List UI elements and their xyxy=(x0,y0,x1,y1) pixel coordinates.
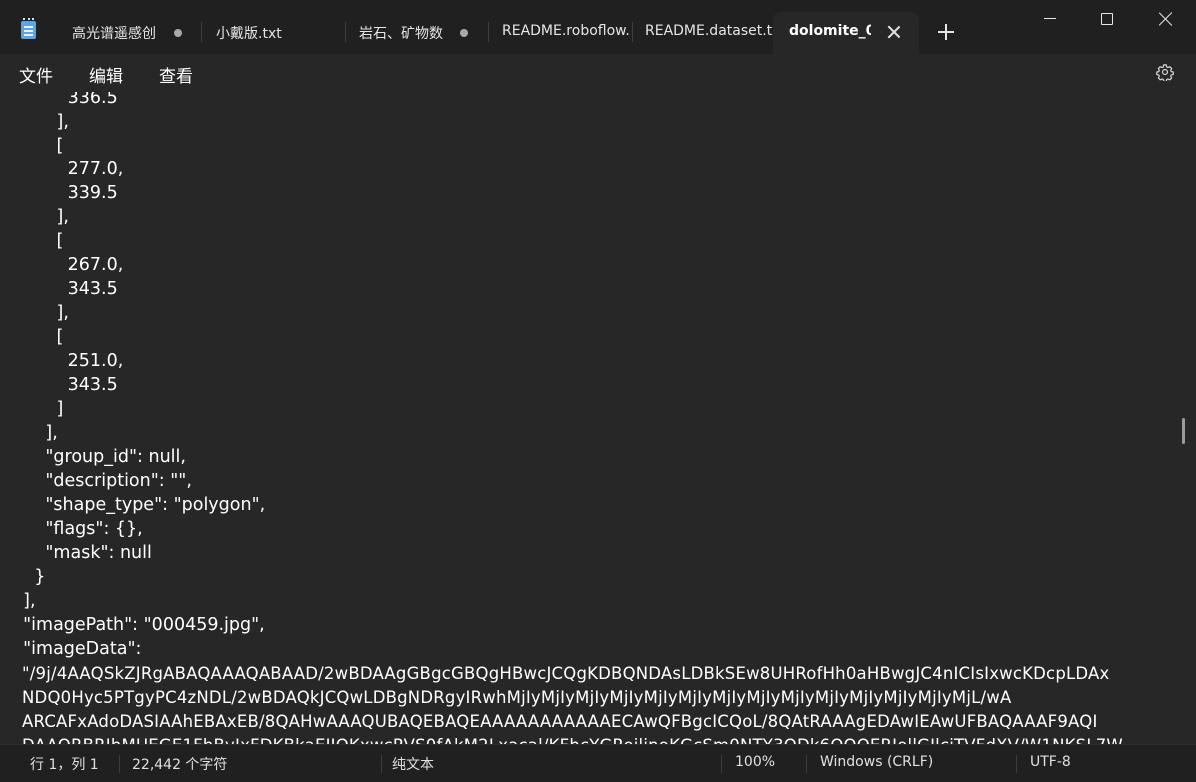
editor-line: 343.5 xyxy=(12,279,118,299)
tab-label: README.dataset.txt xyxy=(645,23,773,39)
maximize-button[interactable] xyxy=(1078,0,1136,38)
character-count: 22,442 个字符 xyxy=(132,757,228,773)
editor-line: "shape_type": "polygon", xyxy=(12,495,266,515)
editor-line: 343.5 xyxy=(12,375,118,395)
editor-line: 267.0, xyxy=(12,255,124,275)
status-separator xyxy=(1016,755,1017,773)
minimize-icon xyxy=(1044,18,1056,19)
unsaved-dot-icon xyxy=(460,29,468,37)
status-separator xyxy=(806,755,807,773)
unsaved-dot-icon xyxy=(174,29,182,37)
line-ending[interactable]: Windows (CRLF) xyxy=(820,754,933,770)
tab-document-3[interactable]: 岩石、矿物数 xyxy=(343,12,483,54)
editor-line: ], xyxy=(12,591,36,611)
editor-line: ], xyxy=(12,423,58,443)
menu-bar: 文件 编辑 查看 xyxy=(0,54,1196,92)
tab-label: 岩石、矿物数 xyxy=(359,26,443,42)
close-icon xyxy=(1158,12,1172,26)
editor-line: "/9j/4AAQSkZJRgABAQAAAQABAAD/2wBDAAgGBgc… xyxy=(22,664,1110,683)
editor-line: "imageData": xyxy=(12,639,142,659)
tab-bar: 高光谱遥感创 小戴版.txt 岩石、矿物数 README.roboflow.t … xyxy=(0,0,1196,54)
notepad-icon xyxy=(21,18,36,39)
editor-line: "flags": {}, xyxy=(12,519,143,539)
editor-line: [ xyxy=(12,231,64,251)
tab-label: 高光谱遥感创 xyxy=(72,26,156,42)
tab-document-5[interactable]: README.dataset.txt xyxy=(629,12,773,54)
editor-line: 336.5 xyxy=(12,92,118,108)
text-editor[interactable]: 336.5 ], [ 277.0, 339.5 ], [ 267.0, 343.… xyxy=(0,92,1184,744)
maximize-icon xyxy=(1101,13,1113,25)
editor-line: "imagePath": "000459.jpg", xyxy=(12,615,265,635)
menu-view[interactable]: 查看 xyxy=(159,62,193,87)
tab-document-active[interactable]: dolomite_00 xyxy=(773,12,919,54)
tab-label: 小戴版.txt xyxy=(216,26,282,42)
editor-line: "mask": null xyxy=(12,543,152,563)
menu-edit[interactable]: 编辑 xyxy=(89,62,123,87)
tab-close-icon[interactable] xyxy=(887,25,901,39)
tab-document-4[interactable]: README.roboflow.t xyxy=(486,12,630,54)
status-separator xyxy=(381,755,382,773)
zoom-level[interactable]: 100% xyxy=(735,754,775,770)
editor-line: } xyxy=(12,567,46,587)
plus-icon[interactable] xyxy=(938,24,954,40)
editor-line: ] xyxy=(12,399,64,419)
editor-line: ], xyxy=(12,303,69,323)
text-format[interactable]: 纯文本 xyxy=(392,754,434,774)
editor-line: 251.0, xyxy=(12,351,124,371)
tab-label: dolomite_00 xyxy=(789,23,871,39)
close-button[interactable] xyxy=(1136,0,1194,38)
editor-line: 339.5 xyxy=(12,183,118,203)
editor-line: [ xyxy=(12,136,64,156)
tab-document-2[interactable]: 小戴版.txt xyxy=(200,12,340,54)
notepad-window: 高光谱遥感创 小戴版.txt 岩石、矿物数 README.roboflow.t … xyxy=(0,0,1196,782)
editor-line: 277.0, xyxy=(12,159,124,179)
editor-line: NDQ0Hyc5PTgyPC4zNDL/2wBDAQkJCQwLDBgNDRgy… xyxy=(22,688,1012,707)
editor-line: ], xyxy=(12,207,69,227)
status-separator xyxy=(721,755,722,773)
editor-line: "group_id": null, xyxy=(12,447,186,467)
gear-icon[interactable] xyxy=(1156,63,1174,81)
editor-line: "description": "", xyxy=(12,471,192,491)
status-separator xyxy=(119,755,120,773)
tab-label: README.roboflow.t xyxy=(502,23,630,39)
minimize-button[interactable] xyxy=(1020,0,1078,38)
editor-line: ], xyxy=(12,112,69,132)
status-bar: 行 1，列 1 22,442 个字符 纯文本 100% Windows (CRL… xyxy=(0,744,1196,782)
vertical-scrollbar-thumb[interactable] xyxy=(1182,418,1185,444)
editor-line: DAAQRBRIhMUEGE1FhByJxFDKBkaEIIOKxwcRVS0f… xyxy=(22,734,1123,744)
tab-document-1[interactable]: 高光谱遥感创 xyxy=(56,12,196,54)
cursor-position[interactable]: 行 1，列 1 xyxy=(30,754,99,774)
editor-line: [ xyxy=(12,327,64,347)
encoding[interactable]: UTF-8 xyxy=(1030,754,1071,770)
editor-line: ARCAFxAdoDASIAAhEBAxEB/8QAHwAAAQUBAQEBAQ… xyxy=(22,712,1098,731)
menu-file[interactable]: 文件 xyxy=(19,62,53,87)
